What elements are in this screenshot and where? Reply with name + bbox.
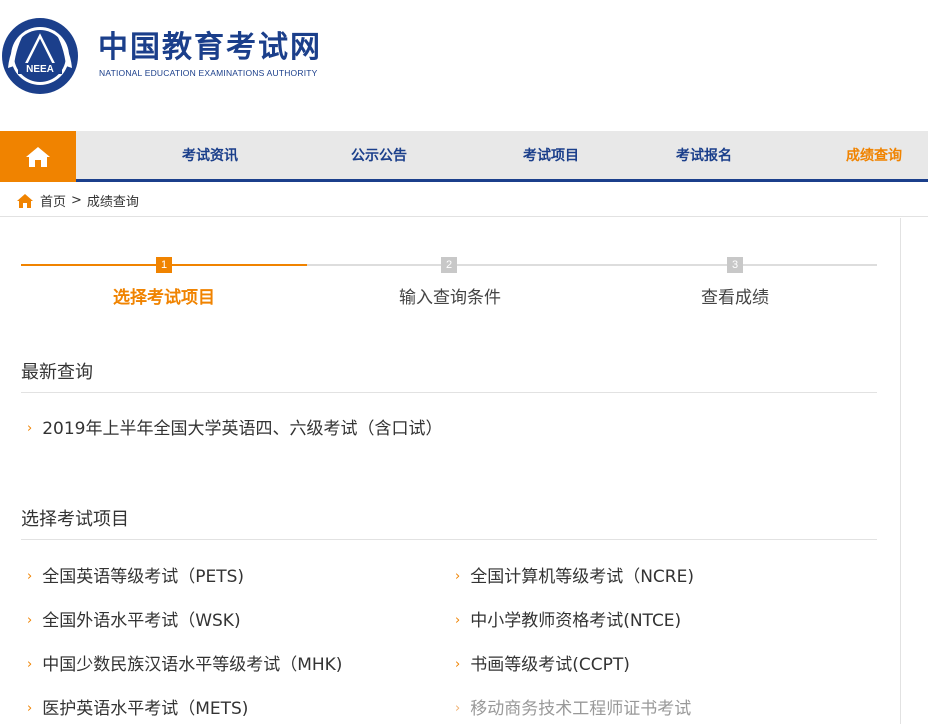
home-icon <box>26 146 50 167</box>
chevron-right-icon: › <box>27 421 33 436</box>
exam-item-mobile-commerce[interactable]: › 移动商务技术工程师证书考试 <box>455 694 691 719</box>
chevron-right-icon: › <box>455 613 461 628</box>
step-3-label: 查看成绩 <box>701 288 769 308</box>
step-1-label: 选择考试项目 <box>113 288 215 308</box>
nav-item-exam-projects[interactable]: 考试项目 <box>523 131 579 182</box>
site-subtitle: NATIONAL EDUCATION EXAMINATIONS AUTHORIT… <box>99 68 318 78</box>
latest-query-title: 最新查询 <box>21 358 877 393</box>
exam-item-ccpt[interactable]: › 书画等级考试(CCPT) <box>455 650 630 675</box>
exam-item-label: 书画等级考试(CCPT) <box>470 655 630 675</box>
exam-item-label: 全国英语等级考试（PETS) <box>42 567 245 587</box>
chevron-right-icon: › <box>27 613 33 628</box>
latest-query-item[interactable]: › 2019年上半年全国大学英语四、六级考试（含口试） <box>27 414 442 439</box>
exam-item-mhk[interactable]: › 中国少数民族汉语水平等级考试（MHK) <box>27 650 342 675</box>
chevron-right-icon: › <box>455 569 461 584</box>
exam-item-label: 全国计算机等级考试（NCRE) <box>470 567 694 587</box>
exam-item-label: 医护英语水平考试（METS) <box>42 699 249 719</box>
breadcrumb: 首页 > 成绩查询 <box>0 185 928 217</box>
site-title[interactable]: 中国教育考试网 <box>98 30 322 66</box>
nav-item-exam-news[interactable]: 考试资讯 <box>182 131 238 182</box>
breadcrumb-home-icon <box>17 193 33 208</box>
select-exam-title: 选择考试项目 <box>21 505 877 540</box>
nav-item-registration[interactable]: 考试报名 <box>676 131 732 182</box>
neea-logo-icon[interactable]: NEEA <box>0 16 80 96</box>
exam-item-label: 全国外语水平考试（WSK) <box>42 611 241 631</box>
chevron-right-icon: › <box>455 701 461 716</box>
chevron-right-icon: › <box>27 701 33 716</box>
exam-item-mets[interactable]: › 医护英语水平考试（METS) <box>27 694 248 719</box>
nav-item-score-query[interactable]: 成绩查询 <box>846 131 902 182</box>
logo-text: NEEA <box>26 64 54 75</box>
exam-item-label: 移动商务技术工程师证书考试 <box>470 699 692 719</box>
main-nav: 考试资讯 公示公告 考试项目 考试报名 成绩查询 <box>0 131 928 182</box>
exam-item-ntce[interactable]: › 中小学教师资格考试(NTCE) <box>455 606 681 631</box>
exam-item-ncre[interactable]: › 全国计算机等级考试（NCRE) <box>455 562 694 587</box>
chevron-right-icon: › <box>27 569 33 584</box>
step-2-number: 2 <box>441 257 457 273</box>
exam-item-label: 中小学教师资格考试(NTCE) <box>470 611 682 631</box>
breadcrumb-home-link[interactable]: 首页 <box>40 191 66 210</box>
breadcrumb-current: 成绩查询 <box>86 195 139 210</box>
chevron-right-icon: › <box>27 657 33 672</box>
latest-query-label: 2019年上半年全国大学英语四、六级考试（含口试） <box>42 419 443 439</box>
chevron-right-icon: › <box>455 657 461 672</box>
main-content: 1 2 3 选择考试项目 输入查询条件 查看成绩 最新查询 › 2019年上半年全… <box>0 218 901 724</box>
exam-item-label: 中国少数民族汉语水平等级考试（MHK) <box>42 655 343 675</box>
exam-item-pets[interactable]: › 全国英语等级考试（PETS) <box>27 562 244 587</box>
breadcrumb-separator: > <box>71 193 82 208</box>
nav-home-button[interactable] <box>0 131 76 182</box>
nav-item-announcements[interactable]: 公示公告 <box>351 131 407 182</box>
step-2-label: 输入查询条件 <box>399 288 501 308</box>
step-1-number: 1 <box>156 257 172 273</box>
step-3-number: 3 <box>727 257 743 273</box>
site-header: NEEA 中国教育考试网 NATIONAL EDUCATION EXAMINAT… <box>0 0 928 130</box>
exam-item-wsk[interactable]: › 全国外语水平考试（WSK) <box>27 606 241 631</box>
